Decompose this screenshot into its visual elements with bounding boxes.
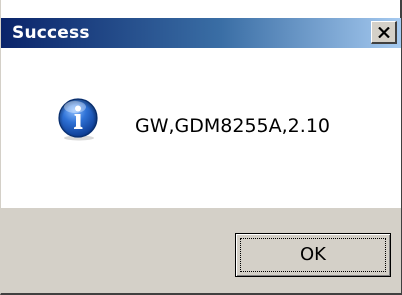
information-icon <box>58 98 98 141</box>
dialog-footer: OK <box>1 208 401 293</box>
dialog-title: Success <box>12 23 90 43</box>
dialog-message: GW,GDM8255A,2.10 <box>135 115 330 137</box>
ok-button[interactable]: OK <box>235 233 391 277</box>
close-button[interactable] <box>371 21 397 44</box>
close-icon <box>377 26 390 38</box>
success-dialog: Success GW,GDM8255A,2.10 OK <box>0 0 402 295</box>
ok-button-label: OK <box>300 244 326 265</box>
title-bar[interactable]: Success <box>1 18 401 48</box>
dialog-content: GW,GDM8255A,2.10 <box>1 48 401 208</box>
